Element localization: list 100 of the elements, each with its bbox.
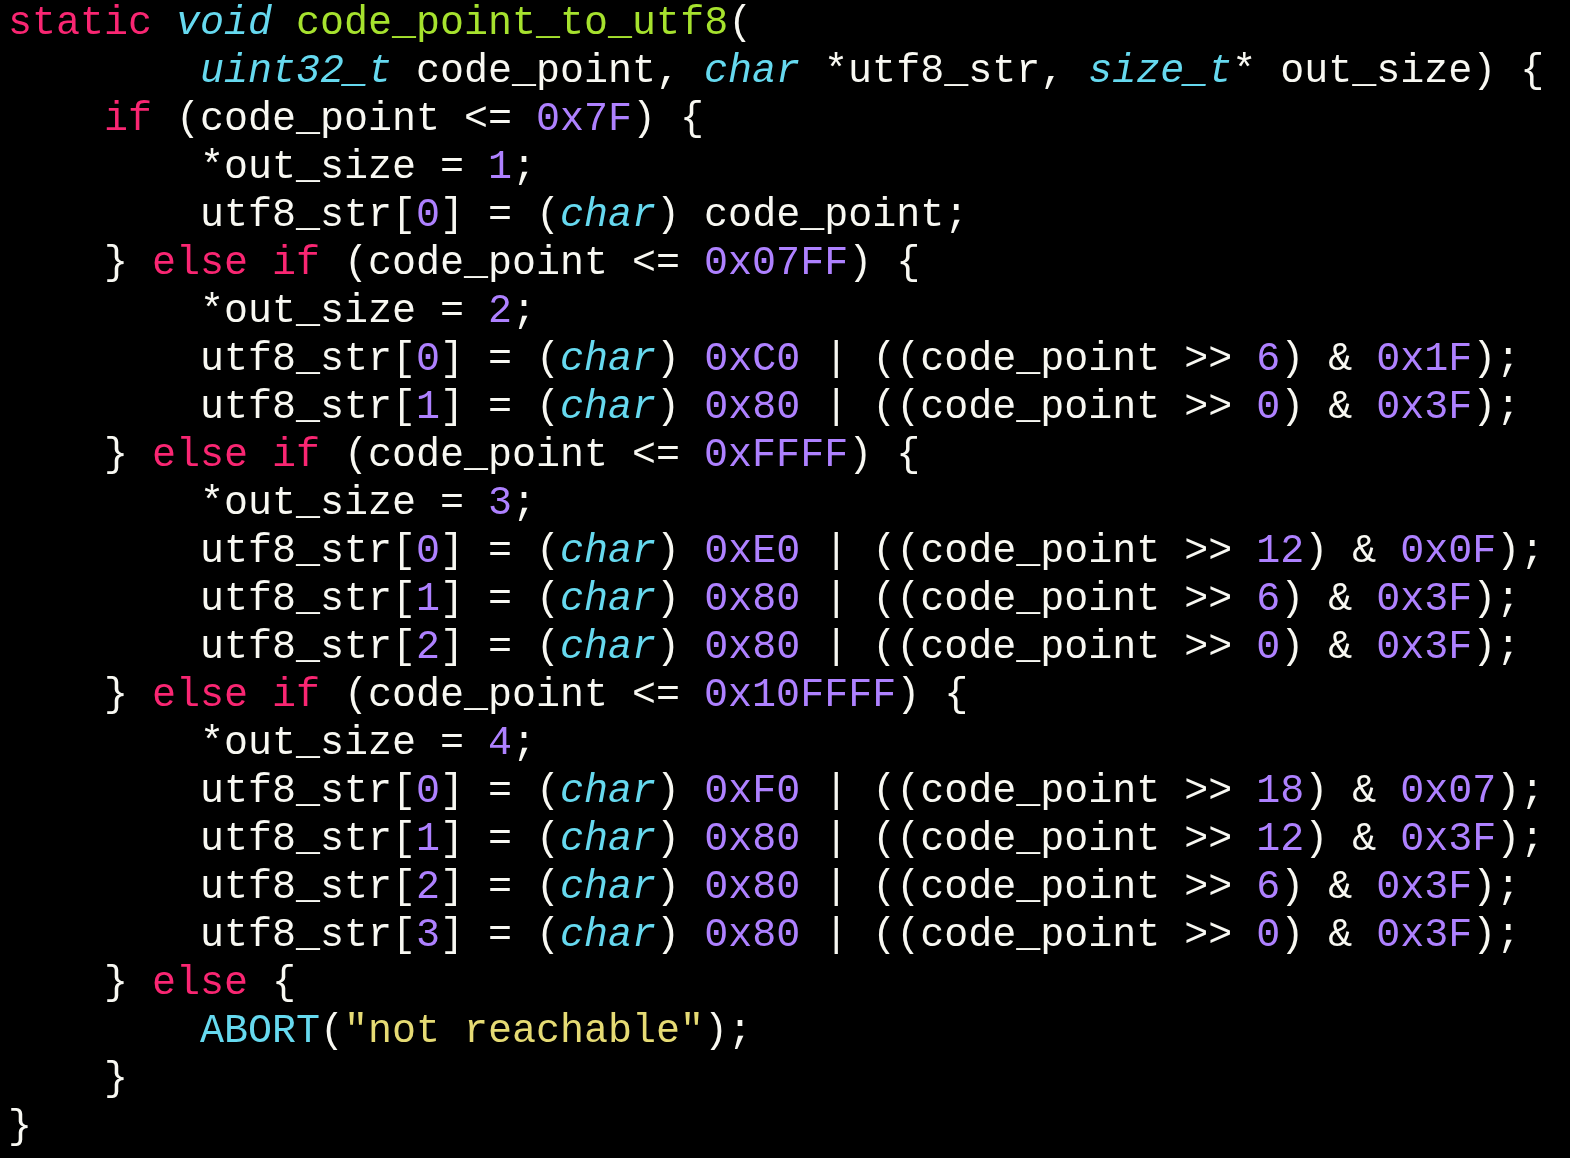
code-text: | ((code_point >>: [823, 625, 1234, 670]
number-literal: 0x1F: [1376, 337, 1473, 382]
code-text: ): [656, 385, 682, 430]
number-literal: 2: [416, 865, 441, 910]
code-text: * out_size) {: [1232, 49, 1545, 94]
code-text: );: [1496, 769, 1545, 814]
number-literal: 1: [416, 385, 441, 430]
number-literal: 0x3F: [1376, 865, 1473, 910]
code-text: ): [656, 529, 682, 574]
code-text: ) {: [896, 673, 969, 718]
code-text: *out_size =: [200, 289, 466, 334]
code-text: (code_point <=: [344, 673, 682, 718]
code-text: | ((code_point >>: [823, 913, 1234, 958]
code-text: ) &: [1280, 337, 1354, 382]
code-text: code_point,: [415, 49, 682, 94]
function-name: code_point_to_utf8: [296, 1, 729, 46]
code-text: ;: [512, 145, 537, 190]
number-literal: 3: [488, 481, 513, 526]
number-literal: 3: [416, 913, 441, 958]
number-literal: 0xF0: [704, 769, 801, 814]
code-text: ): [656, 337, 682, 382]
code-text: ;: [512, 289, 537, 334]
code-text: ): [656, 625, 682, 670]
number-literal: 0xC0: [704, 337, 801, 382]
code-text: ] = (: [440, 625, 561, 670]
number-literal: 1: [488, 145, 513, 190]
code-text: | ((code_point >>: [823, 769, 1234, 814]
number-literal: 0: [1256, 625, 1281, 670]
number-literal: 0x3F: [1376, 577, 1473, 622]
code-text: );: [1472, 385, 1521, 430]
number-literal: 6: [1256, 865, 1281, 910]
number-literal: 0x3F: [1376, 913, 1473, 958]
code-text: | ((code_point >>: [823, 577, 1234, 622]
code-text: utf8_str[: [200, 577, 417, 622]
code-text: );: [1472, 625, 1521, 670]
number-literal: 0x3F: [1376, 385, 1473, 430]
code-text: ): [656, 817, 682, 862]
number-literal: 0x7F: [536, 97, 633, 142]
number-literal: 0x80: [704, 817, 801, 862]
type-name: char: [560, 577, 657, 622]
type-name: char: [560, 529, 657, 574]
number-literal: 0xFFFF: [704, 433, 849, 478]
type-name: char: [560, 865, 657, 910]
code-text: );: [1472, 913, 1521, 958]
number-literal: 0x07: [1400, 769, 1497, 814]
code-text: ) &: [1280, 865, 1354, 910]
code-text: utf8_str[: [200, 817, 417, 862]
code-text: ] = (: [440, 337, 561, 382]
type-name: uint32_t: [200, 49, 393, 94]
type-name: char: [560, 385, 657, 430]
number-literal: 18: [1256, 769, 1305, 814]
type-name: char: [704, 49, 801, 94]
code-keyword: else if: [152, 673, 322, 718]
code-text: ) &: [1304, 769, 1378, 814]
code-text: ) {: [632, 97, 705, 142]
number-literal: 0x80: [704, 865, 801, 910]
type-name: void: [176, 1, 274, 46]
code-text: );: [704, 1009, 753, 1054]
number-literal: 0x3F: [1400, 817, 1497, 862]
code-text: ): [656, 769, 682, 814]
code-text: ) &: [1280, 913, 1354, 958]
number-literal: 6: [1256, 337, 1281, 382]
code-text: (: [728, 1, 753, 46]
code-keyword: else if: [152, 433, 322, 478]
code-text: ;: [512, 481, 537, 526]
type-name: char: [560, 193, 657, 238]
type-name: char: [560, 625, 657, 670]
number-literal: 12: [1256, 529, 1305, 574]
code-text: (code_point <=: [344, 433, 682, 478]
code-text: ) &: [1280, 385, 1354, 430]
code-text: utf8_str[: [200, 913, 417, 958]
code-text: (: [320, 1009, 345, 1054]
number-literal: 0x80: [704, 913, 801, 958]
number-literal: 2: [416, 625, 441, 670]
macro-call: ABORT: [200, 1009, 321, 1054]
code-text: | ((code_point >>: [823, 529, 1234, 574]
code-text: ) {: [848, 241, 921, 286]
number-literal: 0x07FF: [704, 241, 849, 286]
code-text: );: [1472, 577, 1521, 622]
code-text: ] = (: [440, 577, 561, 622]
number-literal: 0xE0: [704, 529, 801, 574]
code-text: ] = (: [440, 817, 561, 862]
number-literal: 0x80: [704, 385, 801, 430]
number-literal: 0x3F: [1376, 625, 1473, 670]
code-text: (code_point <=: [344, 241, 682, 286]
code-text: ) &: [1304, 529, 1378, 574]
code-text: ] = (: [440, 913, 561, 958]
code-text: }: [8, 1105, 32, 1150]
code-text: }: [104, 961, 129, 1006]
number-literal: 12: [1256, 817, 1305, 862]
code-text: ) &: [1304, 817, 1378, 862]
code-text: );: [1472, 337, 1521, 382]
code-text: utf8_str[: [200, 193, 417, 238]
number-literal: 0x0F: [1400, 529, 1497, 574]
number-literal: 1: [416, 577, 441, 622]
code-text: *out_size =: [200, 145, 466, 190]
number-literal: 0x80: [704, 625, 801, 670]
code-text: }: [104, 433, 129, 478]
code-text: }: [104, 241, 129, 286]
code-text: );: [1496, 529, 1545, 574]
